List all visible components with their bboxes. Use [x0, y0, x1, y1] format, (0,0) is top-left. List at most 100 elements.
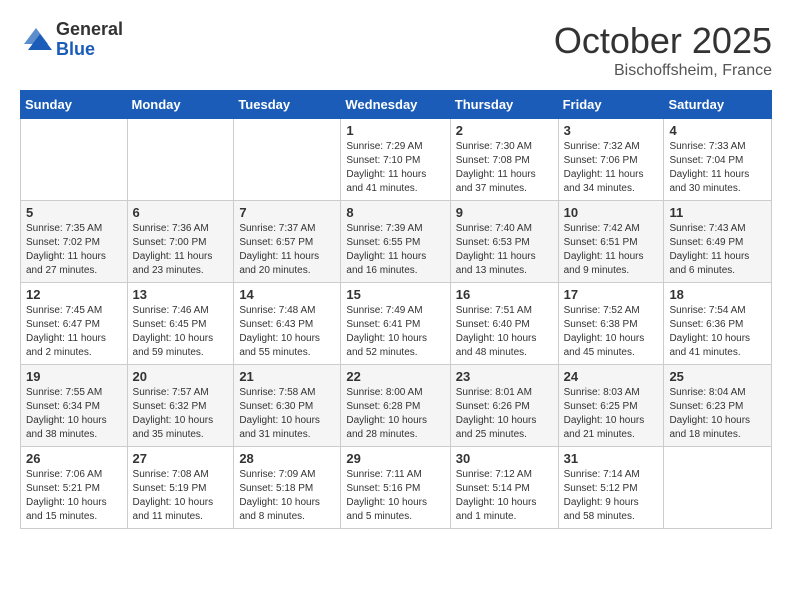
calendar-cell: 30Sunrise: 7:12 AMSunset: 5:14 PMDayligh… [450, 447, 558, 529]
day-number: 16 [456, 287, 553, 302]
calendar-week-row: 12 Sunrise: 7:45 AMSunset: 6:47 PMDayligh… [21, 283, 772, 365]
calendar-cell: 25 Sunrise: 8:04 AMSunset: 6:23 PMDayligh… [664, 365, 772, 447]
day-info: Sunrise: 7:48 AMSunset: 6:43 PMDaylight:… [239, 304, 335, 360]
day-number: 20 [133, 369, 229, 384]
day-number: 25 [669, 369, 766, 384]
calendar-header-thursday: Thursday [450, 91, 558, 119]
calendar-cell: 21 Sunrise: 7:58 AMSunset: 6:30 PMDayligh… [234, 365, 341, 447]
calendar-table: SundayMondayTuesdayWednesdayThursdayFrid… [20, 90, 772, 529]
day-number: 18 [669, 287, 766, 302]
month-title: October 2025 [554, 20, 772, 62]
day-number: 9 [456, 205, 553, 220]
calendar-cell: 18 Sunrise: 7:54 AMSunset: 6:36 PMDayligh… [664, 283, 772, 365]
calendar-cell: 28Sunrise: 7:09 AMSunset: 5:18 PMDayligh… [234, 447, 341, 529]
day-info: Sunrise: 7:45 AMSunset: 6:47 PMDaylight:… [26, 304, 122, 360]
day-number: 23 [456, 369, 553, 384]
logo: General Blue [20, 20, 123, 60]
day-number: 26 [26, 451, 122, 466]
day-info: Sunrise: 7:33 AMSunset: 7:04 PMDaylight:… [669, 140, 766, 196]
calendar-cell [664, 447, 772, 529]
day-number: 22 [346, 369, 444, 384]
day-number: 19 [26, 369, 122, 384]
day-info: Sunrise: 8:04 AMSunset: 6:23 PMDaylight:… [669, 386, 766, 442]
day-info: Sunrise: 7:49 AMSunset: 6:41 PMDaylight:… [346, 304, 444, 360]
day-number: 2 [456, 123, 553, 138]
calendar-header-friday: Friday [558, 91, 664, 119]
calendar-header-row: SundayMondayTuesdayWednesdayThursdayFrid… [21, 91, 772, 119]
day-info: Sunrise: 7:29 AMSunset: 7:10 PMDaylight:… [346, 140, 444, 196]
calendar-cell: 10Sunrise: 7:42 AMSunset: 6:51 PMDayligh… [558, 201, 664, 283]
calendar-cell: 7Sunrise: 7:37 AMSunset: 6:57 PMDaylight… [234, 201, 341, 283]
day-number: 17 [564, 287, 659, 302]
logo-general-text: General [56, 20, 123, 40]
day-info: Sunrise: 7:35 AMSunset: 7:02 PMDaylight:… [26, 222, 122, 278]
day-number: 30 [456, 451, 553, 466]
day-info: Sunrise: 7:08 AMSunset: 5:19 PMDaylight:… [133, 468, 229, 524]
calendar-cell: 14 Sunrise: 7:48 AMSunset: 6:43 PMDayligh… [234, 283, 341, 365]
day-info: Sunrise: 7:39 AMSunset: 6:55 PMDaylight:… [346, 222, 444, 278]
day-info: Sunrise: 7:57 AMSunset: 6:32 PMDaylight:… [133, 386, 229, 442]
day-info: Sunrise: 7:32 AMSunset: 7:06 PMDaylight:… [564, 140, 659, 196]
calendar-header-tuesday: Tuesday [234, 91, 341, 119]
calendar-cell: 9 Sunrise: 7:40 AMSunset: 6:53 PMDaylight… [450, 201, 558, 283]
day-number: 8 [346, 205, 444, 220]
day-number: 1 [346, 123, 444, 138]
calendar-cell: 11Sunrise: 7:43 AMSunset: 6:49 PMDayligh… [664, 201, 772, 283]
day-info: Sunrise: 7:51 AMSunset: 6:40 PMDaylight:… [456, 304, 553, 360]
day-info: Sunrise: 7:54 AMSunset: 6:36 PMDaylight:… [669, 304, 766, 360]
calendar-cell: 17Sunrise: 7:52 AMSunset: 6:38 PMDayligh… [558, 283, 664, 365]
logo-icon [20, 24, 52, 56]
day-info: Sunrise: 7:36 AMSunset: 7:00 PMDaylight:… [133, 222, 229, 278]
day-info: Sunrise: 7:14 AMSunset: 5:12 PMDaylight:… [564, 468, 659, 524]
calendar-week-row: 26 Sunrise: 7:06 AMSunset: 5:21 PMDayligh… [21, 447, 772, 529]
day-info: Sunrise: 8:00 AMSunset: 6:28 PMDaylight:… [346, 386, 444, 442]
calendar-cell: 15 Sunrise: 7:49 AMSunset: 6:41 PMDayligh… [341, 283, 450, 365]
day-number: 15 [346, 287, 444, 302]
calendar-week-row: 19 Sunrise: 7:55 AMSunset: 6:34 PMDayligh… [21, 365, 772, 447]
calendar-cell: 29 Sunrise: 7:11 AMSunset: 5:16 PMDayligh… [341, 447, 450, 529]
calendar-cell: 4Sunrise: 7:33 AMSunset: 7:04 PMDaylight… [664, 119, 772, 201]
calendar-cell: 13Sunrise: 7:46 AMSunset: 6:45 PMDayligh… [127, 283, 234, 365]
day-info: Sunrise: 7:58 AMSunset: 6:30 PMDaylight:… [239, 386, 335, 442]
calendar-cell [234, 119, 341, 201]
calendar-cell: 2 Sunrise: 7:30 AMSunset: 7:08 PMDaylight… [450, 119, 558, 201]
day-number: 24 [564, 369, 659, 384]
day-info: Sunrise: 7:09 AMSunset: 5:18 PMDaylight:… [239, 468, 335, 524]
calendar-cell [21, 119, 128, 201]
day-info: Sunrise: 7:06 AMSunset: 5:21 PMDaylight:… [26, 468, 122, 524]
day-info: Sunrise: 7:42 AMSunset: 6:51 PMDaylight:… [564, 222, 659, 278]
calendar-cell: 8 Sunrise: 7:39 AMSunset: 6:55 PMDaylight… [341, 201, 450, 283]
calendar-header-wednesday: Wednesday [341, 91, 450, 119]
day-info: Sunrise: 8:01 AMSunset: 6:26 PMDaylight:… [456, 386, 553, 442]
day-number: 7 [239, 205, 335, 220]
calendar-header-saturday: Saturday [664, 91, 772, 119]
calendar-cell: 23 Sunrise: 8:01 AMSunset: 6:26 PMDayligh… [450, 365, 558, 447]
calendar-cell: 1 Sunrise: 7:29 AMSunset: 7:10 PMDaylight… [341, 119, 450, 201]
calendar-cell: 26 Sunrise: 7:06 AMSunset: 5:21 PMDayligh… [21, 447, 128, 529]
day-info: Sunrise: 7:40 AMSunset: 6:53 PMDaylight:… [456, 222, 553, 278]
calendar-week-row: 1 Sunrise: 7:29 AMSunset: 7:10 PMDaylight… [21, 119, 772, 201]
day-info: Sunrise: 7:11 AMSunset: 5:16 PMDaylight:… [346, 468, 444, 524]
day-info: Sunrise: 7:30 AMSunset: 7:08 PMDaylight:… [456, 140, 553, 196]
day-info: Sunrise: 7:43 AMSunset: 6:49 PMDaylight:… [669, 222, 766, 278]
day-number: 27 [133, 451, 229, 466]
calendar-cell: 24Sunrise: 8:03 AMSunset: 6:25 PMDayligh… [558, 365, 664, 447]
day-number: 12 [26, 287, 122, 302]
calendar-header-sunday: Sunday [21, 91, 128, 119]
calendar-cell: 19 Sunrise: 7:55 AMSunset: 6:34 PMDayligh… [21, 365, 128, 447]
day-number: 14 [239, 287, 335, 302]
calendar-cell: 27 Sunrise: 7:08 AMSunset: 5:19 PMDayligh… [127, 447, 234, 529]
logo-text: General Blue [56, 20, 123, 60]
calendar-cell: 6Sunrise: 7:36 AMSunset: 7:00 PMDaylight… [127, 201, 234, 283]
calendar-cell: 12 Sunrise: 7:45 AMSunset: 6:47 PMDayligh… [21, 283, 128, 365]
logo-blue-text: Blue [56, 40, 123, 60]
day-number: 29 [346, 451, 444, 466]
calendar-cell: 22 Sunrise: 8:00 AMSunset: 6:28 PMDayligh… [341, 365, 450, 447]
calendar-cell: 20 Sunrise: 7:57 AMSunset: 6:32 PMDayligh… [127, 365, 234, 447]
day-info: Sunrise: 7:55 AMSunset: 6:34 PMDaylight:… [26, 386, 122, 442]
day-number: 5 [26, 205, 122, 220]
page-header: General Blue October 2025 Bischoffsheim,… [20, 20, 772, 80]
day-info: Sunrise: 7:46 AMSunset: 6:45 PMDaylight:… [133, 304, 229, 360]
day-number: 21 [239, 369, 335, 384]
calendar-cell [127, 119, 234, 201]
